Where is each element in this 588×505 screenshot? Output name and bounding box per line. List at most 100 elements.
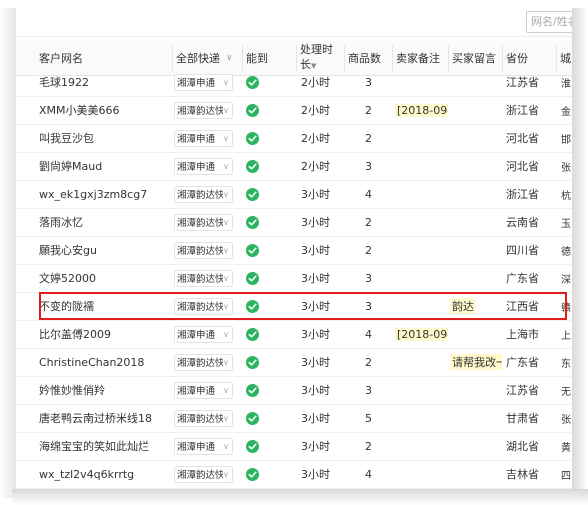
nickname-cell: wx_ek1gxj3zm8cg7 [39, 180, 171, 208]
nickname-cell: ChristineChan2018 [39, 348, 171, 376]
nickname-text: ChristineChan2018 [39, 355, 145, 369]
express-select[interactable]: 湘潭申通 ∨ [174, 381, 233, 399]
table-row[interactable]: 願我心安gu 湘潭韵达快递∨ 3小时 2 四川省 德 [16, 236, 572, 265]
chevron-down-icon: ∨ [223, 385, 229, 395]
table-row[interactable]: 叫我豆沙包 湘潭申通 ∨ 2小时 2 河北省 邯 [16, 124, 572, 153]
count-text: 5 [365, 411, 372, 425]
city-text: 上 [561, 330, 571, 342]
panel-shadow-right [572, 8, 588, 505]
handle-time-text: 3小时 [301, 272, 330, 285]
express-select-cell: 湘潭韵达快递∨ [174, 348, 236, 376]
table-row[interactable]: XMM小美美666 湘潭韵达快递∨ 2小时 2 [2018-09-2 浙江省 金 [16, 96, 572, 125]
count-cell: 2 [365, 96, 385, 124]
seller-note-text: [2018-09-2 [395, 103, 448, 117]
nickname-text: 不变的陇襦 [39, 300, 94, 313]
city-cell: 德 [561, 236, 572, 264]
check-circle-icon [246, 383, 259, 397]
city-cell: 玉 [561, 208, 572, 236]
province-cell: 云南省 [506, 208, 550, 236]
nickname-cell: 海绵宝宝的笑如此灿烂 [39, 432, 171, 460]
city-text: 赣 [561, 302, 571, 314]
nickname-text: 妗惟妙惟俏羚 [39, 384, 105, 397]
city-text: 张 [561, 162, 571, 174]
table-row[interactable]: 毛球1922 湘潭申通 ∨ 2小时 3 江苏省 淮 [16, 68, 572, 97]
handle-time-text: 3小时 [301, 300, 330, 313]
express-select[interactable]: 湘潭申通 ∨ [174, 437, 233, 455]
table-row[interactable]: ChristineChan2018 湘潭韵达快递∨ 3小时 2 请帮我改一下 广… [16, 348, 572, 377]
province-cell: 四川省 [506, 236, 550, 264]
count-cell: 3 [365, 376, 385, 404]
table-row[interactable]: 落雨冰忆 湘潭韵达快递∨ 3小时 2 云南省 玉 [16, 208, 572, 237]
nickname-text: 文婷52000 [39, 272, 96, 285]
province-cell: 浙江省 [506, 96, 550, 124]
seller-note-cell [395, 264, 448, 292]
chevron-down-icon: ∨ [223, 413, 229, 423]
buyer-msg-cell [450, 376, 502, 404]
province-text: 河北省 [506, 160, 539, 173]
buyer-msg-cell [450, 236, 502, 264]
express-select[interactable]: 湘潭韵达快递∨ [174, 409, 233, 427]
province-text: 广东省 [506, 356, 539, 369]
chevron-down-icon: ∨ [223, 133, 229, 143]
table-row[interactable]: 海绵宝宝的笑如此灿烂 湘潭申通 ∨ 3小时 2 湖北省 黄 [16, 432, 572, 461]
buyer-msg-text: 请帮我改一下 [450, 354, 502, 370]
table-row[interactable]: 劉尙婷Maud 湘潭申通 ∨ 2小时 3 河北省 张 [16, 152, 572, 181]
table-row[interactable]: 文婷52000 湘潭韵达快递∨ 3小时 3 广东省 深 [16, 264, 572, 293]
express-select[interactable]: 湘潭韵达快递∨ [174, 297, 233, 315]
express-select[interactable]: 湘潭韵达快递∨ [174, 213, 233, 231]
check-circle-icon [246, 243, 259, 257]
city-cell: 金 [561, 96, 572, 124]
table-row[interactable]: 妗惟妙惟俏羚 湘潭申通 ∨ 3小时 3 江苏省 无 [16, 376, 572, 405]
province-cell: 河北省 [506, 152, 550, 180]
express-select[interactable]: 湘潭申通 ∨ [174, 73, 233, 91]
express-select[interactable]: 湘潭韵达快递∨ [174, 269, 233, 287]
express-select[interactable]: 湘潭申通 ∨ [174, 157, 233, 175]
city-text: 黄 [561, 442, 571, 454]
count-text: 4 [365, 187, 372, 201]
nickname-cell: XMM小美美666 [39, 96, 171, 124]
table-row[interactable]: wx_ek1gxj3zm8cg7 湘潭韵达快递∨ 3小时 4 浙江省 杭 [16, 180, 572, 209]
province-text: 浙江省 [506, 188, 539, 201]
handle-time-cell: 3小时 [301, 404, 341, 432]
check-circle-icon [246, 355, 259, 369]
col-nickname-label: 客户网名 [39, 52, 83, 65]
express-select-value: 湘潭韵达快递 [177, 302, 224, 313]
chevron-down-icon: ∨ [223, 273, 229, 283]
express-select[interactable]: 湘潭韵达快递∨ [174, 353, 233, 371]
table-row[interactable]: 比尔盖傅2009 湘潭申通 ∨ 3小时 4 [2018-09-2 上海市 上 [16, 320, 572, 349]
express-select[interactable]: 湘潭申通 ∨ [174, 325, 233, 343]
express-select[interactable]: 湘潭韵达快递∨ [174, 185, 233, 203]
handle-time-cell: 3小时 [301, 432, 341, 460]
toolbar: 网名/姓名 [16, 8, 572, 37]
express-select-value: 湘潭韵达快递 [177, 414, 224, 425]
city-text: 杭 [561, 190, 571, 202]
express-select[interactable]: 湘潭韵达快递∨ [174, 101, 233, 119]
table-row[interactable]: 唐老鸭云南过桥米线18 湘潭韵达快递∨ 3小时 5 甘肃省 张 [16, 404, 572, 433]
search-input[interactable]: 网名/姓名 [526, 11, 572, 33]
table-row[interactable]: wx_tzl2v4q6krrtg 湘潭韵达快递∨ 3小时 4 吉林省 四 [16, 460, 572, 489]
nickname-cell: 落雨冰忆 [39, 208, 171, 236]
chevron-down-icon: ∨ [223, 217, 229, 227]
nickname-text: 劉尙婷Maud [39, 160, 103, 173]
province-cell: 广东省 [506, 264, 550, 292]
nickname-text: 叫我豆沙包 [39, 132, 94, 145]
city-cell: 上 [561, 320, 572, 348]
table-row[interactable]: 不变的陇襦 湘潭韵达快递∨ 3小时 3 韵达 江西省 赣 [16, 292, 572, 321]
col-able-label: 能到 [246, 52, 268, 65]
express-select[interactable]: 湘潭韵达快递∨ [174, 465, 233, 483]
nickname-cell: 毛球1922 [39, 68, 171, 96]
check-circle-icon [246, 271, 259, 285]
buyer-msg-cell [450, 96, 502, 124]
count-cell: 5 [365, 404, 385, 432]
count-text: 2 [365, 355, 372, 369]
nickname-text: 比尔盖傅2009 [39, 328, 111, 341]
count-text: 3 [365, 75, 372, 89]
city-cell: 东 [561, 348, 572, 376]
handle-time-cell: 2小时 [301, 68, 341, 96]
chevron-down-icon: ∨ [223, 161, 229, 171]
express-select[interactable]: 湘潭韵达快递∨ [174, 241, 233, 259]
express-select[interactable]: 湘潭申通 ∨ [174, 129, 233, 147]
nickname-cell: 不变的陇襦 [39, 292, 171, 320]
count-text: 3 [365, 271, 372, 285]
count-cell: 2 [365, 348, 385, 376]
